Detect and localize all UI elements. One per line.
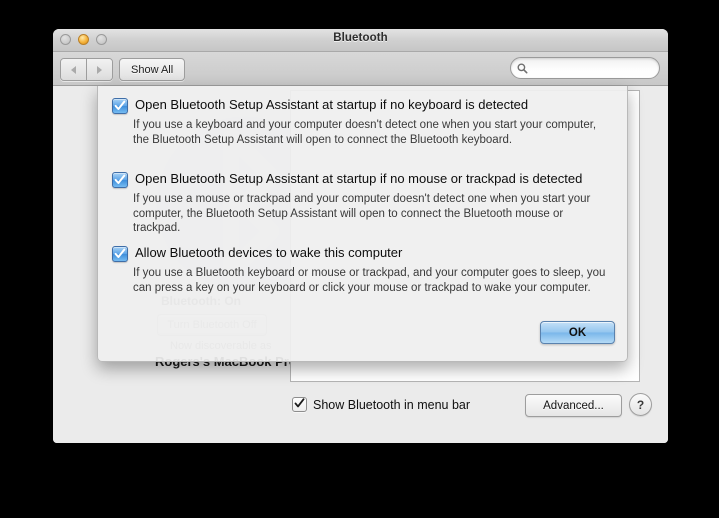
back-button[interactable] (61, 59, 86, 80)
search-field[interactable] (510, 57, 660, 79)
chevron-left-icon (71, 65, 76, 74)
toolbar: Show All (53, 52, 668, 86)
option-wake-checkbox[interactable]: Allow Bluetooth devices to wake this com… (112, 244, 613, 262)
forward-button[interactable] (86, 59, 112, 80)
checkmark-icon (294, 398, 305, 408)
option-mouse-description: If you use a mouse or trackpad and your … (133, 193, 591, 234)
checkmark-icon (114, 248, 126, 258)
option-keyboard-checkbox[interactable]: Open Bluetooth Setup Assistant at startu… (112, 96, 613, 114)
option-mouse-label: Open Bluetooth Setup Assistant at startu… (135, 171, 583, 186)
ok-label: OK (568, 326, 587, 339)
bluetooth-advanced-sheet: Open Bluetooth Setup Assistant at startu… (97, 86, 628, 362)
option-mouse-checkbox[interactable]: Open Bluetooth Setup Assistant at startu… (112, 170, 613, 188)
nav-segmented-control[interactable] (60, 58, 113, 81)
option-keyboard-description: If you use a keyboard and your computer … (133, 119, 597, 146)
advanced-label: Advanced... (543, 399, 604, 412)
option-row-keyboard: Open Bluetooth Setup Assistant at startu… (112, 96, 613, 147)
help-button[interactable]: ? (629, 393, 652, 416)
checkbox-box[interactable] (112, 172, 128, 188)
window-title: Bluetooth (333, 32, 388, 44)
window-titlebar[interactable]: Bluetooth (53, 29, 668, 52)
search-input[interactable] (531, 61, 645, 75)
checkmark-icon (114, 100, 126, 110)
advanced-button[interactable]: Advanced... (525, 394, 622, 417)
screen: Bluetooth Show All Show Bluetooth in men… (0, 0, 719, 518)
chevron-right-icon (97, 65, 102, 74)
option-wake-description: If you use a Bluetooth keyboard or mouse… (133, 267, 606, 294)
checkbox-box[interactable] (112, 98, 128, 114)
ok-button[interactable]: OK (540, 321, 615, 344)
question-mark-icon: ? (636, 397, 645, 412)
checkbox-box[interactable] (292, 397, 307, 412)
window-content: Bluetooth: On Turn Bluetooth Off Now dis… (53, 86, 668, 443)
show-all-button[interactable]: Show All (119, 58, 186, 81)
checkbox-box[interactable] (112, 246, 128, 262)
option-row-mouse: Open Bluetooth Setup Assistant at startu… (112, 170, 613, 236)
bottom-bar: Show Bluetooth in menu bar Advanced... ? (53, 382, 668, 443)
checkmark-icon (114, 174, 126, 184)
option-row-wake: Allow Bluetooth devices to wake this com… (112, 244, 613, 295)
show-bluetooth-in-menu-bar-checkbox[interactable]: Show Bluetooth in menu bar (292, 397, 470, 412)
search-icon (517, 63, 528, 73)
option-wake-label: Allow Bluetooth devices to wake this com… (135, 245, 403, 260)
show-bluetooth-in-menu-bar-label: Show Bluetooth in menu bar (313, 397, 471, 412)
preferences-window: Bluetooth Show All Show Bluetooth in men… (53, 29, 668, 443)
show-all-label: Show All (131, 63, 174, 76)
option-keyboard-label: Open Bluetooth Setup Assistant at startu… (135, 97, 529, 112)
